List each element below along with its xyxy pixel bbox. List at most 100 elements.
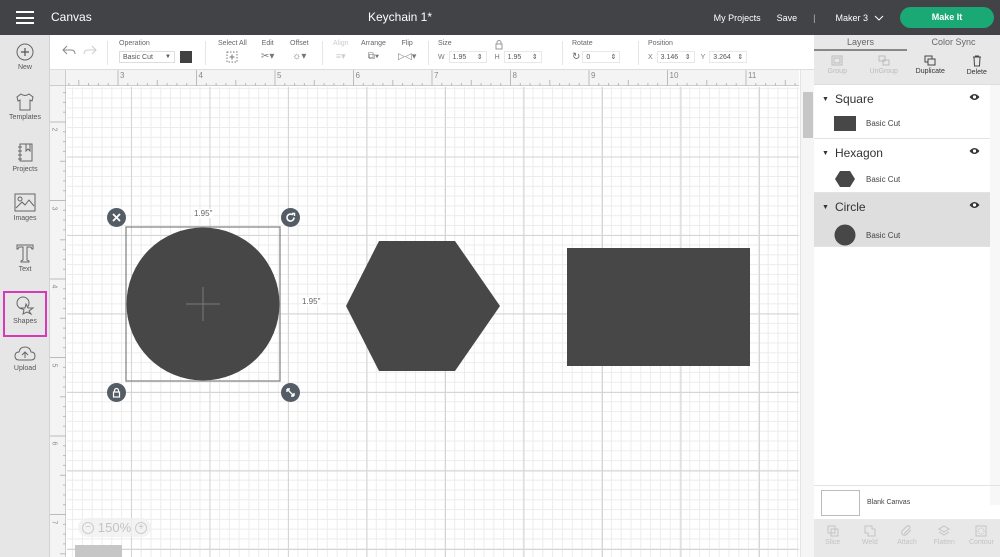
canvas-shapes [125, 226, 750, 382]
ruler-top: 3 4 5 6 7 8 9 10 11 [66, 70, 799, 86]
sidebar-item-images[interactable]: Images [0, 193, 50, 222]
lock-handle[interactable] [107, 383, 126, 402]
trash-icon [972, 55, 981, 67]
sidebar-item-text[interactable]: Text [0, 243, 50, 273]
cloud-upload-icon [14, 346, 36, 361]
x-value: 3.146 [660, 54, 679, 61]
slice-button[interactable]: Slice [814, 519, 851, 557]
select-all-icon [226, 51, 238, 63]
attach-label: Attach [897, 539, 917, 546]
sidebar-item-templates[interactable]: Templates [0, 93, 50, 121]
delete-button[interactable]: Delete [954, 51, 1000, 84]
bottom-actions: Slice Weld Attach Flatten Contour [814, 519, 1000, 557]
flip-label: Flip [401, 40, 413, 47]
rotate-handle[interactable] [281, 208, 300, 227]
eye-icon[interactable] [969, 201, 980, 209]
eye-icon[interactable] [969, 147, 980, 155]
attach-button[interactable]: Attach [888, 519, 925, 557]
sidebar-item-upload[interactable]: Upload [0, 346, 50, 372]
chevron-down-icon [874, 15, 884, 21]
rotate-icon [286, 212, 296, 222]
sidebar-label: Templates [9, 114, 41, 121]
canvas-color-swatch[interactable] [821, 489, 860, 516]
panel-scrollbar[interactable] [990, 85, 1000, 505]
resize-handle[interactable] [281, 383, 300, 402]
color-swatch[interactable] [180, 51, 192, 63]
sidebar-label: Projects [12, 166, 38, 173]
selected-highlight [3, 291, 47, 337]
edit-label: Edit [261, 40, 274, 47]
weld-button[interactable]: Weld [851, 519, 888, 557]
x-input[interactable]: 3.146 ⇕ [656, 51, 695, 63]
edit-scissors-icon: ✂▾ [261, 51, 275, 62]
contour-icon [975, 525, 987, 537]
redo-icon[interactable] [83, 45, 97, 55]
edit-menu[interactable]: Edit ✂▾ [261, 40, 274, 62]
ruler-left-tick-label: 5 [50, 363, 58, 367]
lock-aspect-icon[interactable] [495, 40, 503, 50]
caret-down-icon[interactable]: ▼ [822, 150, 829, 157]
slice-icon [827, 525, 839, 537]
size-group: Size W 1.95 ⇕ H 1.95 ⇕ [438, 40, 542, 63]
select-all-button[interactable]: Select All [218, 40, 247, 65]
zoom-in-button[interactable]: + [135, 521, 147, 534]
rotate-icon: ↻ [572, 51, 581, 63]
duplicate-button[interactable]: Duplicate [907, 51, 954, 84]
horizontal-scrollbar[interactable] [75, 545, 122, 557]
height-label: H [494, 53, 500, 61]
layer-circle[interactable]: ▼ Circle Basic Cut [814, 193, 990, 247]
select-all-label: Select All [218, 40, 247, 47]
position-label: Position [648, 40, 673, 47]
zoom-level: 150% [97, 520, 132, 535]
height-dimension-label: 1.95" [301, 297, 322, 306]
operation-select[interactable]: Basic Cut ▼ [119, 51, 175, 63]
hexagon-shape[interactable] [346, 241, 500, 371]
height-input[interactable]: 1.95 ⇕ [503, 51, 542, 63]
resize-arrows-icon [286, 388, 295, 397]
caret-down-icon[interactable]: ▼ [822, 96, 829, 103]
offset-menu[interactable]: Offset ☼▾ [290, 40, 309, 62]
offset-icon: ☼▾ [292, 51, 307, 62]
top-bar: Canvas Keychain 1* My Projects Save | Ma… [0, 0, 1000, 35]
flatten-button[interactable]: Flatten [926, 519, 963, 557]
sidebar-label: New [17, 64, 32, 71]
machine-select[interactable]: Maker 3 [835, 13, 884, 23]
sidebar-item-projects[interactable]: Projects [0, 143, 50, 173]
align-menu[interactable]: Align ≡▾ [333, 40, 349, 62]
ungroup-button[interactable]: UnGroup [861, 51, 908, 84]
my-projects-link[interactable]: My Projects [714, 13, 761, 23]
sidebar-item-new[interactable]: New [0, 43, 50, 71]
vertical-scrollbar[interactable] [803, 92, 813, 138]
square-thumbnail [834, 116, 856, 131]
width-value: 1.95 [452, 54, 467, 61]
width-input[interactable]: 1.95 ⇕ [448, 51, 487, 63]
delete-handle[interactable] [107, 208, 126, 227]
ruler-top-tick-label: 6 [355, 71, 360, 80]
zoom-out-button[interactable]: − [82, 521, 94, 534]
delete-label: Delete [966, 69, 987, 76]
square-shape[interactable] [567, 248, 750, 366]
ungroup-label: UnGroup [869, 68, 898, 75]
layer-square[interactable]: ▼ Square Basic Cut [814, 85, 990, 139]
position-group: Position X 3.146 ⇕ Y 3.264 ⇕ [648, 40, 748, 63]
rotate-input[interactable]: 0 ⇕ [582, 51, 621, 63]
design-canvas[interactable]: 1.95" 1.95" [67, 87, 799, 557]
ruler-left-tick-label: 3 [50, 206, 58, 210]
save-button[interactable]: Save [777, 13, 798, 23]
tab-layers[interactable]: Layers [814, 35, 907, 51]
arrange-menu[interactable]: Arrange ⧉▾ [361, 40, 386, 62]
layer-name: Circle [834, 200, 866, 214]
shirt-icon [16, 93, 34, 111]
layer-hexagon[interactable]: ▼ Hexagon Basic Cut [814, 139, 990, 193]
caret-down-icon[interactable]: ▼ [822, 204, 829, 211]
y-input[interactable]: 3.264 ⇕ [709, 51, 748, 63]
flip-menu[interactable]: Flip ▷◁▾ [398, 40, 416, 62]
tab-color-sync[interactable]: Color Sync [907, 35, 1000, 51]
contour-button[interactable]: Contour [963, 519, 1000, 557]
undo-icon[interactable] [62, 45, 76, 55]
group-button[interactable]: Group [814, 51, 861, 84]
group-icon [831, 55, 843, 66]
make-it-button[interactable]: Make It [900, 7, 994, 28]
ruler-top-tick-label: 3 [120, 71, 125, 80]
eye-icon[interactable] [969, 93, 980, 101]
